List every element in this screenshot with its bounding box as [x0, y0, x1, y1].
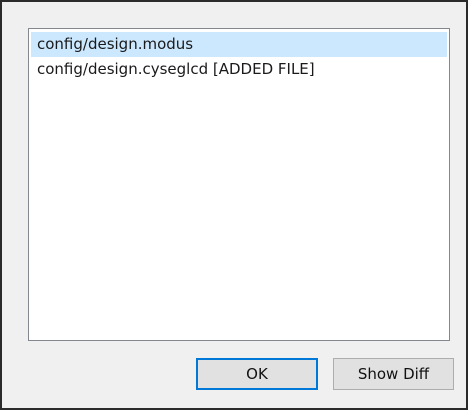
- list-item[interactable]: config/design.modus: [31, 32, 447, 57]
- changed-files-list[interactable]: config/design.modus config/design.cysegl…: [28, 28, 450, 341]
- show-diff-button[interactable]: Show Diff: [333, 358, 454, 390]
- list-item[interactable]: config/design.cyseglcd [ADDED FILE]: [31, 57, 447, 82]
- file-changes-dialog: config/design.modus config/design.cysegl…: [0, 0, 468, 410]
- ok-button[interactable]: OK: [196, 358, 318, 390]
